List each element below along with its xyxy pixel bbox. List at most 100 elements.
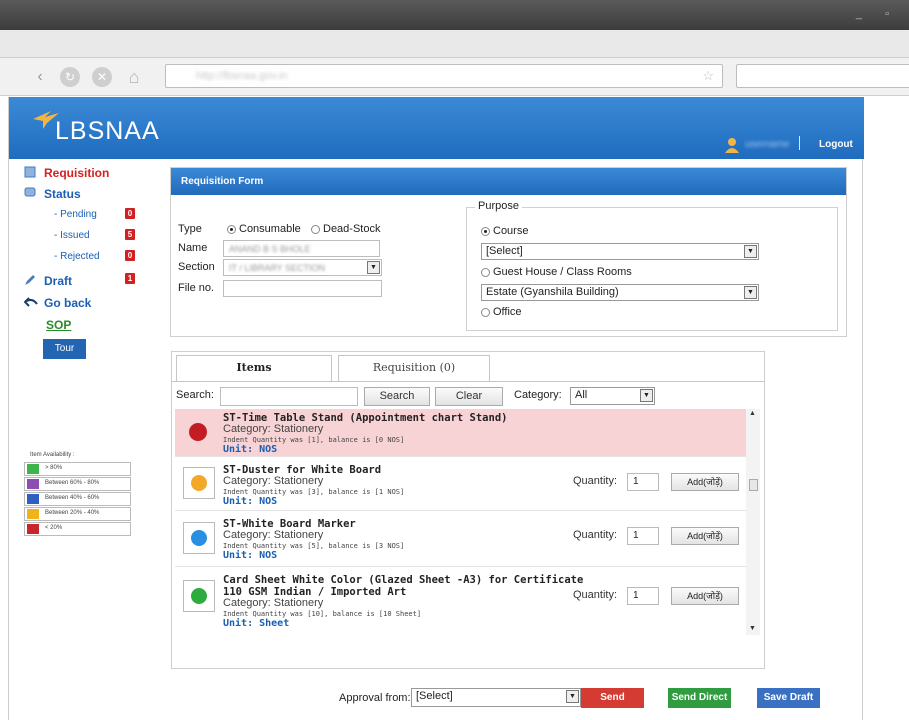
office-label: Office bbox=[493, 306, 522, 318]
course-select-value: [Select] bbox=[486, 245, 523, 257]
type-consumable-radio[interactable]: Consumable bbox=[227, 223, 301, 235]
sop-link[interactable]: SOP bbox=[46, 318, 71, 332]
list-item[interactable]: ST-White Board Marker Category: Statione… bbox=[175, 512, 747, 567]
quantity-label: Quantity: bbox=[573, 529, 618, 541]
legend-row: Between 20% - 40% bbox=[24, 507, 131, 521]
category-label: Category: bbox=[514, 389, 562, 401]
chevron-down-icon: ▼ bbox=[744, 245, 757, 258]
quantity-input[interactable]: 1 bbox=[627, 587, 659, 605]
section-label: Section bbox=[178, 261, 215, 273]
category-select[interactable]: All ▼ bbox=[570, 387, 655, 405]
send-button[interactable]: Send bbox=[581, 688, 644, 708]
item-indent: Indent Quantity was [10], balance is [10… bbox=[223, 610, 422, 618]
chevron-down-icon: ▼ bbox=[640, 389, 653, 402]
legend-swatch bbox=[27, 494, 39, 504]
bookmark-star-icon[interactable]: ☆ bbox=[702, 68, 714, 84]
chevron-down-icon: ▼ bbox=[744, 286, 757, 299]
chevron-down-icon: ▼ bbox=[367, 261, 380, 274]
send-direct-button[interactable]: Send Direct bbox=[668, 688, 731, 708]
list-item[interactable]: Card Sheet White Color (Glazed Sheet -A3… bbox=[175, 568, 747, 635]
rejected-count-badge: 0 bbox=[125, 250, 135, 261]
add-button[interactable]: Add(जोड़ें) bbox=[671, 527, 739, 545]
search-input[interactable] bbox=[220, 387, 358, 406]
name-field[interactable]: ANAND B S BHOLE bbox=[223, 240, 380, 257]
user-name: username bbox=[745, 139, 790, 150]
legend-row: Between 60% - 80% bbox=[24, 477, 131, 491]
scrollbar-thumb[interactable] bbox=[749, 479, 758, 491]
search-button[interactable]: Search bbox=[364, 387, 430, 406]
items-panel: Items Requisition (0) Search: Search Cle… bbox=[171, 351, 765, 669]
item-unit: Unit: NOS bbox=[223, 550, 278, 561]
consumable-label: Consumable bbox=[239, 223, 301, 235]
legend-label: Between 20% - 40% bbox=[45, 510, 100, 516]
sidebar-item-pending[interactable]: - Pending bbox=[54, 209, 97, 220]
browser-search-box[interactable] bbox=[736, 64, 909, 88]
course-select[interactable]: [Select] ▼ bbox=[481, 243, 759, 260]
purpose-fieldset: Purpose Course [Select] ▼ Guest House / C… bbox=[466, 200, 838, 331]
quantity-label: Quantity: bbox=[573, 475, 618, 487]
legend-swatch bbox=[27, 524, 39, 534]
fileno-field[interactable] bbox=[223, 280, 382, 297]
legend-row: Between 40% - 60% bbox=[24, 492, 131, 506]
tour-button[interactable]: Tour bbox=[43, 339, 86, 359]
sidebar-item-rejected[interactable]: - Rejected bbox=[54, 251, 100, 262]
estate-select[interactable]: Estate (Gyanshila Building) ▼ bbox=[481, 284, 759, 301]
back-icon[interactable]: ‹ bbox=[30, 67, 50, 87]
legend-row: < 20% bbox=[24, 522, 131, 536]
item-indent: Indent Quantity was [5], balance is [3 N… bbox=[223, 542, 405, 550]
requisition-form-card: Requisition Form Type Consumable Dead-St… bbox=[170, 167, 847, 337]
approval-select[interactable]: [Select] ▼ bbox=[411, 688, 581, 707]
legend-label: Between 60% - 80% bbox=[45, 480, 100, 486]
tab-requisition[interactable]: Requisition (0) bbox=[338, 355, 490, 381]
section-select[interactable]: IT / LIBRARY SECTION ▼ bbox=[223, 259, 382, 276]
availability-legend: Item Availability : > 80% Between 60% - … bbox=[24, 452, 134, 542]
legend-row: > 80% bbox=[24, 462, 131, 476]
sidebar-item-requisition[interactable]: Requisition bbox=[44, 166, 109, 180]
type-deadstock-radio[interactable]: Dead-Stock bbox=[311, 223, 380, 235]
go-back-icon bbox=[24, 297, 38, 307]
sidebar-item-draft[interactable]: Draft bbox=[44, 274, 72, 288]
add-button[interactable]: Add(जोड़ें) bbox=[671, 587, 739, 605]
stop-icon[interactable]: ✕ bbox=[92, 67, 112, 87]
site-logo[interactable]: LBSNAA bbox=[55, 117, 160, 146]
logout-link[interactable]: Logout bbox=[819, 139, 853, 150]
page: LBSNAA username Logout Requisition Statu… bbox=[8, 97, 864, 720]
item-unit: Unit: NOS bbox=[223, 496, 278, 507]
legend-swatch bbox=[27, 479, 39, 489]
quantity-input[interactable]: 1 bbox=[627, 527, 659, 545]
quantity-input[interactable]: 1 bbox=[627, 473, 659, 491]
add-button[interactable]: Add(जोड़ें) bbox=[671, 473, 739, 491]
search-label: Search: bbox=[176, 389, 214, 401]
clear-button[interactable]: Clear bbox=[435, 387, 503, 406]
list-item[interactable]: ST-Duster for White Board Category: Stat… bbox=[175, 458, 747, 511]
item-category: Category: Stationery bbox=[223, 423, 324, 435]
availability-indicator bbox=[183, 467, 215, 499]
sidebar-item-status[interactable]: Status bbox=[44, 187, 81, 201]
scroll-down-icon[interactable]: ▼ bbox=[749, 625, 756, 632]
form-title: Requisition Form bbox=[171, 168, 846, 195]
availability-indicator bbox=[183, 417, 215, 449]
save-draft-button[interactable]: Save Draft bbox=[757, 688, 820, 708]
scroll-up-icon[interactable]: ▲ bbox=[749, 410, 756, 417]
availability-dot bbox=[189, 423, 207, 441]
guesthouse-label: Guest House / Class Rooms bbox=[493, 266, 632, 278]
window-controls[interactable]: _ ▫ bbox=[856, 8, 899, 20]
purpose-course-radio[interactable]: Course bbox=[481, 225, 528, 237]
refresh-icon[interactable]: ↻ bbox=[60, 67, 80, 87]
purpose-office-radio[interactable]: Office bbox=[481, 306, 522, 318]
draft-count-badge: 1 bbox=[125, 273, 135, 284]
chevron-down-icon: ▼ bbox=[566, 690, 579, 703]
radio-checked-icon bbox=[227, 224, 236, 234]
list-item[interactable]: ST-Time Table Stand (Appointment chart S… bbox=[175, 410, 747, 457]
legend-label: > 80% bbox=[45, 465, 63, 471]
home-icon[interactable]: ⌂ bbox=[124, 67, 144, 87]
purpose-guesthouse-radio[interactable]: Guest House / Class Rooms bbox=[481, 266, 632, 278]
sidebar-item-issued[interactable]: - Issued bbox=[54, 230, 90, 241]
window-titlebar: _ ▫ bbox=[0, 0, 909, 30]
items-scrollbar[interactable]: ▲ ▼ bbox=[746, 409, 760, 635]
tab-items[interactable]: Items bbox=[176, 355, 332, 381]
item-category: Category: Stationery bbox=[223, 475, 324, 487]
sidebar-item-go-back[interactable]: Go back bbox=[44, 296, 91, 310]
legend-label: Between 40% - 60% bbox=[45, 495, 100, 501]
address-bar[interactable]: http://lbsnaa.gov.in ☆ bbox=[165, 64, 723, 88]
